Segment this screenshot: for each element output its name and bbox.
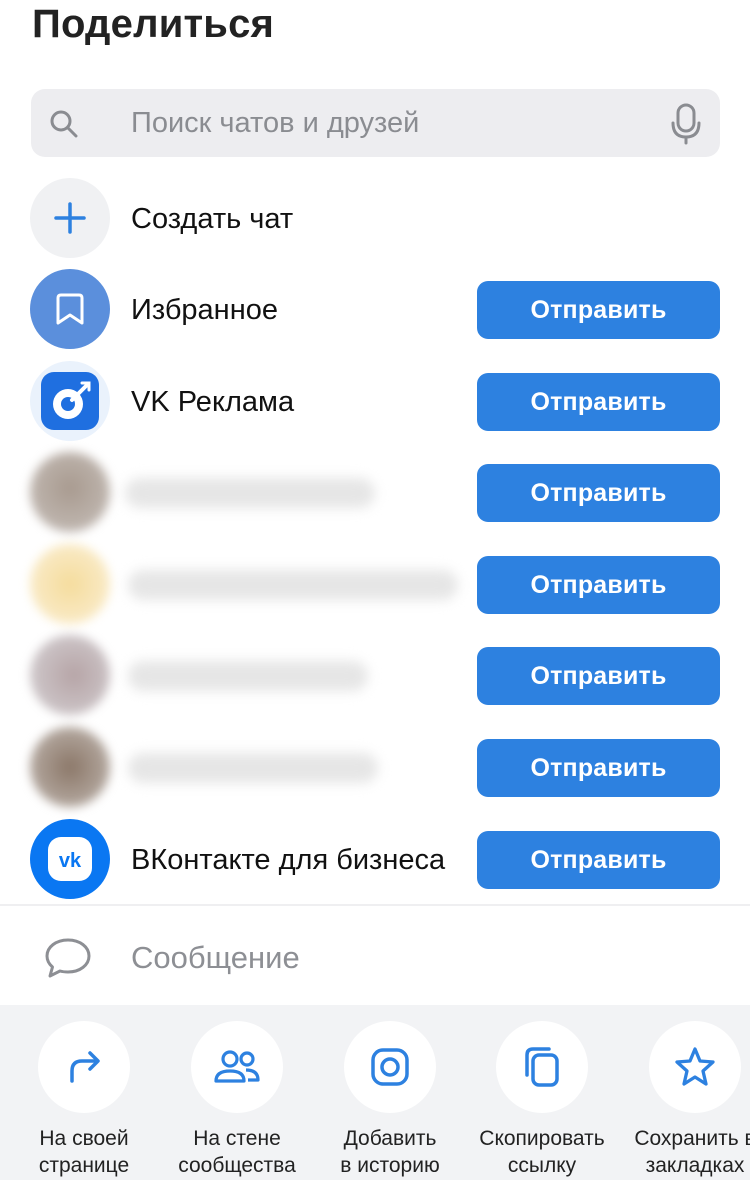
vk-ads-logo	[41, 372, 99, 430]
vk-logo: vk	[48, 837, 92, 881]
chat-bubble-icon	[45, 938, 91, 978]
contact-row[interactable]: Отправить	[0, 631, 750, 721]
action-label: На своей странице	[38, 1127, 130, 1177]
contact-row[interactable]: Отправить	[0, 448, 750, 538]
share-actions-bar: На своей странице На стене сообщества До…	[0, 1005, 750, 1180]
send-button[interactable]: Отправить	[477, 373, 720, 431]
message-input[interactable]: Сообщение	[0, 910, 750, 1005]
search-icon	[50, 110, 78, 138]
send-button[interactable]: Отправить	[477, 281, 720, 339]
contact-name-redacted	[128, 661, 368, 691]
avatar	[30, 544, 110, 624]
contact-row-favorites[interactable]: Избранное Отправить	[0, 265, 750, 355]
add-to-story-button[interactable]: Добавить в историю	[314, 1005, 466, 1180]
search-bar[interactable]	[31, 89, 720, 157]
action-label: Сохранить в закладках	[634, 1127, 750, 1177]
users-icon	[214, 1050, 260, 1083]
contact-name: ВКонтакте для бизнеса	[131, 844, 446, 876]
bookmark-icon	[56, 293, 84, 325]
share-to-community-wall-button[interactable]: На стене сообщества	[161, 1005, 313, 1180]
create-chat-label: Создать чат	[131, 203, 294, 235]
action-circle	[191, 1021, 283, 1113]
contact-name-redacted	[125, 478, 375, 508]
send-button[interactable]: Отправить	[477, 556, 720, 614]
contact-row-vk-business[interactable]: vk ВКонтакте для бизнеса Отправить	[0, 815, 750, 905]
action-circle	[496, 1021, 588, 1113]
action-label: На стене сообщества	[178, 1127, 296, 1177]
microphone-icon[interactable]	[670, 103, 702, 145]
plus-icon	[54, 202, 86, 234]
contact-row[interactable]: Отправить	[0, 723, 750, 813]
create-chat-avatar	[30, 178, 110, 258]
star-icon	[675, 1047, 715, 1086]
action-circle	[649, 1021, 741, 1113]
contact-name-redacted	[128, 570, 458, 600]
create-chat-row[interactable]: Создать чат	[0, 174, 750, 264]
action-label: Добавить в историю	[340, 1127, 440, 1177]
action-label: Скопировать ссылку	[479, 1127, 605, 1177]
avatar	[30, 269, 110, 349]
send-button[interactable]: Отправить	[477, 831, 720, 889]
avatar	[30, 727, 110, 807]
avatar	[30, 361, 110, 441]
avatar	[30, 635, 110, 715]
svg-text:vk: vk	[59, 850, 82, 872]
action-circle	[344, 1021, 436, 1113]
message-placeholder: Сообщение	[131, 940, 300, 975]
avatar: vk	[30, 819, 110, 899]
send-button[interactable]: Отправить	[477, 464, 720, 522]
contact-name: Избранное	[131, 294, 278, 326]
story-icon	[371, 1048, 409, 1086]
copy-link-button[interactable]: Скопировать ссылку	[466, 1005, 618, 1180]
contact-name-redacted	[128, 753, 378, 783]
share-to-own-page-button[interactable]: На своей странице	[8, 1005, 160, 1180]
contact-name: VK Реклама	[131, 386, 295, 418]
send-button[interactable]: Отправить	[477, 647, 720, 705]
share-screen: Поделиться Создать чат Избранное	[0, 0, 750, 1180]
search-input[interactable]	[131, 89, 671, 157]
contact-row[interactable]: Отправить	[0, 540, 750, 630]
divider	[0, 904, 750, 906]
page-title: Поделиться	[32, 2, 275, 46]
avatar	[30, 452, 110, 532]
copy-icon	[525, 1047, 559, 1087]
share-arrow-icon	[70, 1051, 100, 1083]
send-button[interactable]: Отправить	[477, 739, 720, 797]
contact-row-vk-ads[interactable]: VK Реклама Отправить	[0, 357, 750, 447]
save-to-bookmarks-button[interactable]: Сохранить в закладках	[619, 1005, 750, 1180]
action-circle	[38, 1021, 130, 1113]
